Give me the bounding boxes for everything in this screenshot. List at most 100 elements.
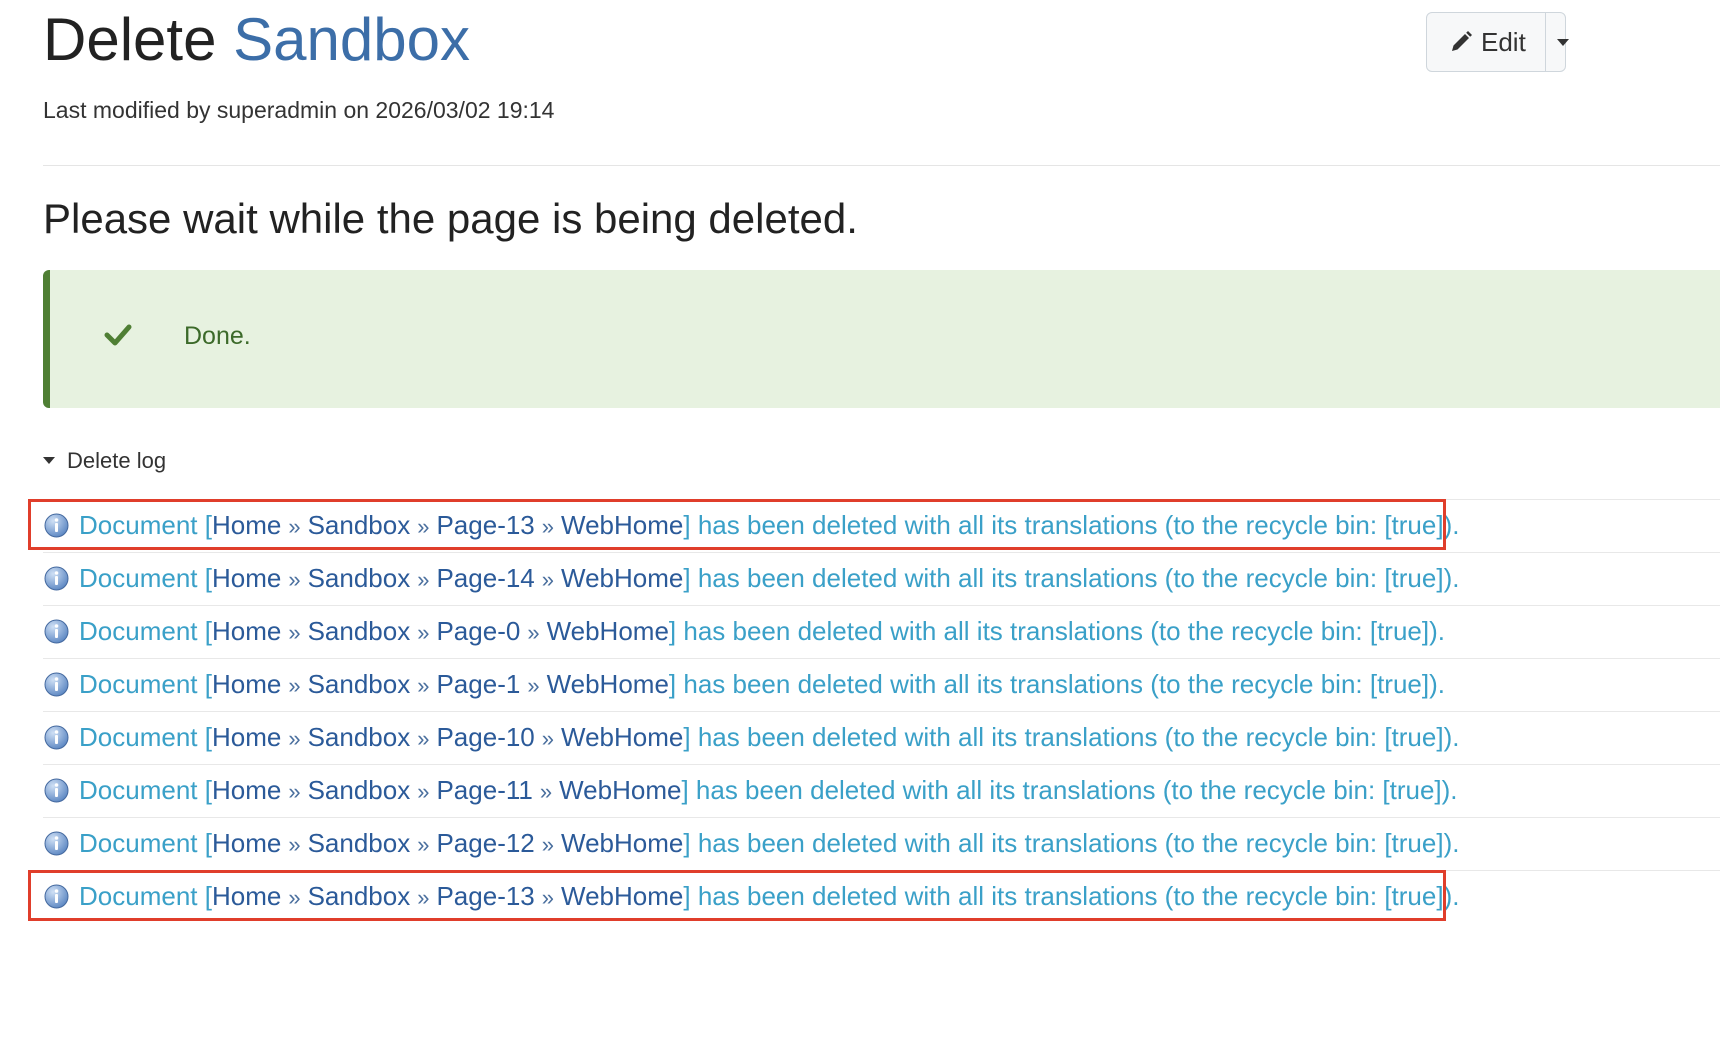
log-entry-text: Document [Home» Sandbox» Page-11» WebHome] … <box>79 775 1458 806</box>
edit-button-label: Edit <box>1481 27 1526 57</box>
breadcrumb-separator: » <box>288 673 301 698</box>
log-entry-breadcrumb-link[interactable]: Sandbox <box>308 616 411 646</box>
log-entry: Document [Home» Sandbox» Page-0» WebHome] h… <box>43 605 1720 658</box>
info-icon <box>44 619 69 644</box>
page-title-action: Delete <box>43 6 217 73</box>
breadcrumb-separator: » <box>541 567 555 592</box>
log-entry-breadcrumb-link[interactable]: Home <box>212 510 281 540</box>
chevron-down-icon[interactable] <box>1557 39 1569 46</box>
breadcrumb-separator: » <box>541 885 555 910</box>
breadcrumb-separator: » <box>288 885 301 910</box>
breadcrumb-separator: » <box>527 673 540 698</box>
log-entry-breadcrumb-link[interactable]: WebHome <box>559 775 681 805</box>
log-entry-breadcrumb-link[interactable]: Page-13 <box>436 510 534 540</box>
breadcrumb-separator: » <box>527 620 540 645</box>
info-icon <box>44 566 69 591</box>
log-entry: Document [Home» Sandbox» Page-14» WebHome] … <box>43 552 1720 605</box>
log-entry-prefix: Document [ <box>79 563 212 593</box>
log-entry-suffix: ] has been deleted with all its translat… <box>683 510 1460 540</box>
breadcrumb-separator: » <box>288 832 301 857</box>
log-entry-breadcrumb-link[interactable]: WebHome <box>547 616 669 646</box>
job-heading: Please wait while the page is being dele… <box>43 195 858 242</box>
log-entry-breadcrumb-link[interactable]: Sandbox <box>308 669 411 699</box>
log-entry-breadcrumb-link[interactable]: Home <box>212 775 281 805</box>
log-entry-breadcrumb-link[interactable]: Home <box>212 828 281 858</box>
log-entry-suffix: ] has been deleted with all its translat… <box>668 616 1445 646</box>
log-entry-prefix: Document [ <box>79 722 212 752</box>
log-entry-prefix: Document [ <box>79 775 212 805</box>
log-entry-suffix: ] has been deleted with all its translat… <box>683 722 1460 752</box>
last-modified-info: Last modified by superadmin on 2026/03/0… <box>43 97 555 123</box>
log-entry-breadcrumb-link[interactable]: WebHome <box>561 881 683 911</box>
info-icon <box>44 884 69 909</box>
log-entry: Document [Home» Sandbox» Page-12» WebHome] … <box>43 817 1720 870</box>
edit-button-divider <box>1545 12 1546 72</box>
log-entry-breadcrumb-link[interactable]: WebHome <box>561 563 683 593</box>
log-entry-breadcrumb-link[interactable]: Sandbox <box>308 563 411 593</box>
log-entry-breadcrumb-link[interactable]: Sandbox <box>308 775 411 805</box>
breadcrumb-separator: » <box>417 832 430 857</box>
log-entry-text: Document [Home» Sandbox» Page-12» WebHome] … <box>79 828 1459 859</box>
log-entry-breadcrumb-link[interactable]: WebHome <box>561 510 683 540</box>
log-entry-breadcrumb-link[interactable]: Page-11 <box>436 775 532 805</box>
log-entry-text: Document [Home» Sandbox» Page-13» WebHome] … <box>79 881 1459 912</box>
breadcrumb-separator: » <box>288 779 301 804</box>
log-entry-breadcrumb-link[interactable]: Page-14 <box>436 563 534 593</box>
log-entry-breadcrumb-link[interactable]: WebHome <box>547 669 669 699</box>
breadcrumb-separator: » <box>417 726 430 751</box>
log-entry-suffix: ] has been deleted with all its translat… <box>681 775 1458 805</box>
log-entry-breadcrumb-link[interactable]: Sandbox <box>308 881 411 911</box>
log-entry-breadcrumb-link[interactable]: Home <box>212 881 281 911</box>
log-entry-breadcrumb-link[interactable]: Home <box>212 563 281 593</box>
log-entry: Document [Home» Sandbox» Page-13» WebHome] … <box>28 499 1720 552</box>
page-title: Delete Sandbox <box>43 2 470 78</box>
caret-down-icon <box>43 456 55 464</box>
log-entry-prefix: Document [ <box>79 669 212 699</box>
log-entry-breadcrumb-link[interactable]: Page-1 <box>436 669 520 699</box>
log-entry-prefix: Document [ <box>79 881 212 911</box>
breadcrumb-separator: » <box>417 567 430 592</box>
success-alert: Done. <box>43 270 1720 408</box>
log-entry-text: Document [Home» Sandbox» Page-13» WebHome] … <box>79 510 1459 541</box>
delete-log-toggle[interactable]: Delete log <box>43 448 166 474</box>
edit-button[interactable]: Edit <box>1426 12 1569 72</box>
log-entry-breadcrumb-link[interactable]: Page-12 <box>436 828 534 858</box>
log-entry-breadcrumb-link[interactable]: Page-10 <box>436 722 534 752</box>
log-entry-breadcrumb-link[interactable]: Sandbox <box>308 722 411 752</box>
breadcrumb-separator: » <box>417 885 430 910</box>
log-entry-breadcrumb-link[interactable]: Home <box>212 722 281 752</box>
log-entry-text: Document [Home» Sandbox» Page-1» WebHome] h… <box>79 669 1445 700</box>
log-entry: Document [Home» Sandbox» Page-10» WebHome] … <box>43 711 1720 764</box>
breadcrumb-separator: » <box>541 726 555 751</box>
breadcrumb-separator: » <box>288 620 301 645</box>
info-icon <box>44 672 69 697</box>
log-entry-prefix: Document [ <box>79 616 212 646</box>
breadcrumb-separator: » <box>541 832 555 857</box>
log-entry-prefix: Document [ <box>79 828 212 858</box>
log-entry-breadcrumb-link[interactable]: Page-0 <box>436 616 520 646</box>
log-entry-breadcrumb-link[interactable]: Home <box>212 616 281 646</box>
breadcrumb-separator: » <box>417 620 430 645</box>
header-divider <box>43 165 1720 166</box>
log-entry-breadcrumb-link[interactable]: Sandbox <box>308 828 411 858</box>
info-icon <box>44 513 69 538</box>
page-title-link[interactable]: Sandbox <box>233 6 470 73</box>
log-entry-suffix: ] has been deleted with all its translat… <box>683 828 1460 858</box>
breadcrumb-separator: » <box>417 673 430 698</box>
log-entry-breadcrumb-link[interactable]: Sandbox <box>308 510 411 540</box>
delete-log-toggle-label: Delete log <box>67 448 167 473</box>
log-entry-breadcrumb-link[interactable]: WebHome <box>561 722 683 752</box>
log-entry-prefix: Document [ <box>79 510 212 540</box>
pencil-icon <box>1452 31 1472 51</box>
info-icon <box>44 831 69 856</box>
breadcrumb-separator: » <box>417 779 430 804</box>
breadcrumb-separator: » <box>541 514 555 539</box>
log-entry-breadcrumb-link[interactable]: Page-13 <box>436 881 534 911</box>
log-entry-text: Document [Home» Sandbox» Page-14» WebHome] … <box>79 563 1459 594</box>
log-entry-breadcrumb-link[interactable]: WebHome <box>561 828 683 858</box>
breadcrumb-separator: » <box>288 567 301 592</box>
success-message: Done. <box>184 322 251 350</box>
log-entry-breadcrumb-link[interactable]: Home <box>212 669 281 699</box>
info-icon <box>44 778 69 803</box>
info-icon <box>44 725 69 750</box>
